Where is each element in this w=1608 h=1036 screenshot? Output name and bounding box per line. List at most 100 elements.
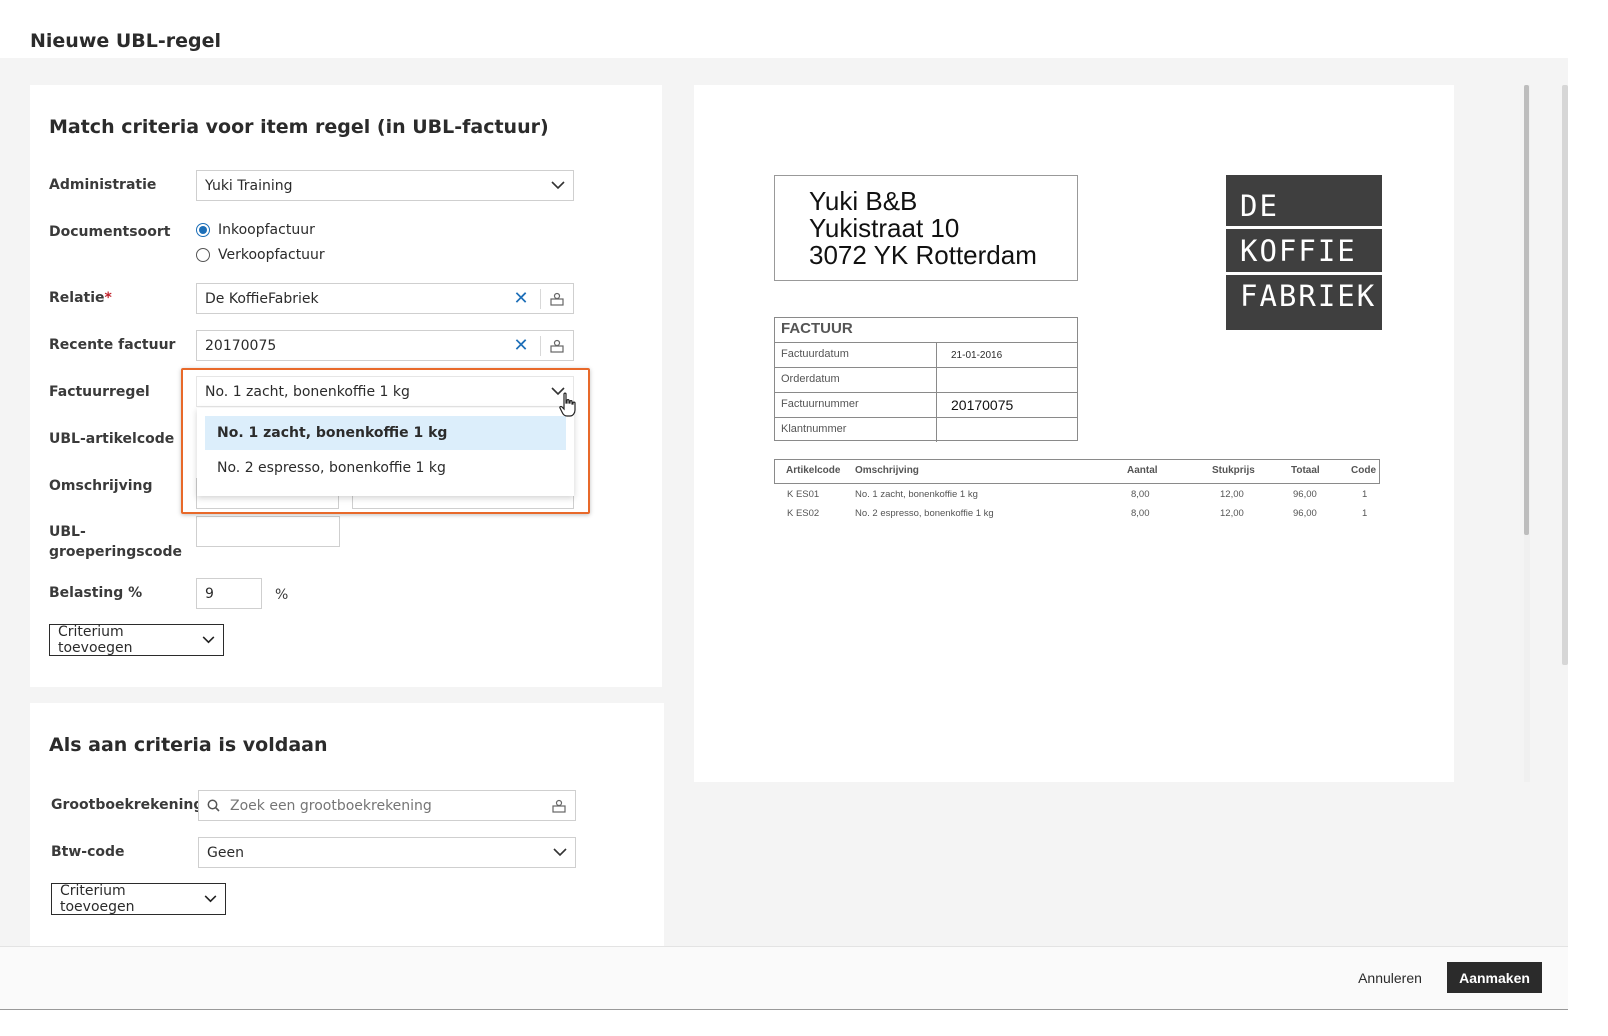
invoice-detail-row: Factuurdatum 21-01-2016 bbox=[775, 342, 1077, 367]
radio-selected-icon[interactable] bbox=[196, 223, 210, 237]
logo-text: KOFFIE bbox=[1240, 234, 1357, 268]
grootboekrekening-label: Grootboekrekening bbox=[51, 797, 204, 813]
omschrijving-label: Omschrijving bbox=[49, 478, 153, 494]
grootboekrekening-input[interactable] bbox=[230, 797, 551, 814]
relatie-field[interactable]: De KoffieFabriek ✕ bbox=[196, 283, 574, 314]
invoice-address-box: Yuki B&B Yukistraat 10 3072 YK Rotterdam bbox=[774, 175, 1078, 281]
lookup-icon[interactable] bbox=[549, 338, 565, 354]
detail-value bbox=[936, 368, 1077, 392]
search-icon bbox=[207, 799, 220, 812]
radio-inkoopfactuur-label: Inkoopfactuur bbox=[218, 222, 315, 238]
line-cell: 12,00 bbox=[1220, 508, 1244, 519]
radio-inkoopfactuur[interactable]: Inkoopfactuur bbox=[196, 222, 315, 238]
line-cell: 12,00 bbox=[1220, 489, 1244, 500]
criteria-section-title: Match criteria voor item regel (in UBL-f… bbox=[49, 116, 549, 138]
chevron-down-icon bbox=[202, 632, 215, 648]
recente-factuur-value: 20170075 bbox=[205, 337, 277, 354]
detail-value: 21-01-2016 bbox=[936, 343, 1077, 367]
cancel-button[interactable]: Annuleren bbox=[1346, 963, 1434, 993]
clear-icon[interactable]: ✕ bbox=[510, 288, 532, 309]
percent-unit: % bbox=[275, 587, 289, 603]
belasting-input[interactable]: 9 bbox=[196, 578, 262, 609]
column-header: Aantal bbox=[1127, 465, 1158, 476]
clear-icon[interactable]: ✕ bbox=[510, 335, 532, 356]
page-scrollbar[interactable] bbox=[1562, 85, 1568, 665]
line-cell: 8,00 bbox=[1131, 489, 1150, 500]
belasting-label: Belasting % bbox=[49, 585, 143, 601]
btw-code-label: Btw-code bbox=[51, 844, 125, 860]
recente-factuur-field[interactable]: 20170075 ✕ bbox=[196, 330, 574, 361]
detail-value bbox=[936, 418, 1077, 442]
recente-factuur-label: Recente factuur bbox=[49, 337, 176, 353]
administratie-select[interactable]: Yuki Training bbox=[196, 170, 574, 201]
relatie-value: De KoffieFabriek bbox=[205, 290, 319, 307]
address-line: Yukistraat 10 bbox=[809, 213, 960, 243]
btw-code-value: Geen bbox=[207, 844, 244, 861]
logo-divider bbox=[1226, 226, 1382, 229]
relatie-label: Relatie* bbox=[49, 288, 112, 308]
lookup-icon[interactable] bbox=[549, 291, 565, 307]
ubl-groeperingscode-label-line2: groeperingscode bbox=[49, 544, 183, 560]
line-cell: No. 1 zacht, bonenkoffie 1 kg bbox=[855, 489, 978, 500]
btw-code-select[interactable]: Geen bbox=[198, 837, 576, 868]
required-mark: * bbox=[104, 290, 112, 306]
ubl-artikelcode-label: UBL-artikelcode bbox=[49, 431, 175, 447]
bottom-divider bbox=[0, 1009, 1568, 1010]
relatie-label-text: Relatie bbox=[49, 290, 105, 306]
belasting-value: 9 bbox=[205, 585, 214, 602]
create-button[interactable]: Aanmaken bbox=[1447, 962, 1542, 993]
column-header: Stukprijs bbox=[1212, 465, 1255, 476]
chevron-down-icon bbox=[551, 179, 565, 193]
invoice-detail-row: Orderdatum bbox=[775, 367, 1077, 392]
field-separator bbox=[540, 335, 541, 356]
line-cell: K ES02 bbox=[787, 508, 820, 519]
logo-text: FABRIEK bbox=[1240, 279, 1377, 313]
invoice-details-box: FACTUUR Factuurdatum 21-01-2016 Orderdat… bbox=[774, 317, 1078, 442]
detail-value: 20170075 bbox=[936, 393, 1077, 417]
logo-text: DE bbox=[1240, 189, 1279, 223]
ubl-groeperingscode-label-line1: UBL- bbox=[49, 524, 86, 540]
page-title: Nieuwe UBL-regel bbox=[30, 30, 222, 52]
address-line: 3072 YK Rotterdam bbox=[809, 240, 1037, 270]
highlight-frame bbox=[181, 368, 590, 514]
chevron-down-icon bbox=[204, 891, 217, 907]
hand-cursor-icon bbox=[558, 392, 578, 422]
radio-verkoopfactuur[interactable]: Verkoopfactuur bbox=[196, 247, 325, 263]
line-cell: 8,00 bbox=[1131, 508, 1150, 519]
line-cell: No. 2 espresso, bonenkoffie 1 kg bbox=[855, 508, 994, 519]
line-cell: 1 bbox=[1362, 489, 1368, 500]
chevron-down-icon bbox=[553, 846, 567, 860]
detail-key: Klantnummer bbox=[781, 423, 847, 435]
line-cell: 1 bbox=[1362, 508, 1368, 519]
preview-scrollbar-thumb[interactable] bbox=[1524, 85, 1529, 535]
detail-key: Factuurnummer bbox=[781, 398, 859, 410]
field-separator bbox=[540, 288, 541, 309]
column-header: Totaal bbox=[1291, 465, 1320, 476]
factuurregel-label: Factuurregel bbox=[49, 384, 150, 400]
administratie-label: Administratie bbox=[49, 177, 157, 193]
address-line: Yuki B&B bbox=[809, 186, 918, 216]
column-header: Code bbox=[1351, 465, 1376, 476]
invoice-detail-row: Factuurnummer 20170075 bbox=[775, 392, 1077, 417]
line-cell: K ES01 bbox=[787, 489, 820, 500]
detail-key: Factuurdatum bbox=[781, 348, 849, 360]
dialog-footer bbox=[0, 947, 1568, 1009]
lookup-icon[interactable] bbox=[551, 798, 567, 814]
grootboekrekening-search[interactable] bbox=[198, 790, 576, 821]
add-criterium-label: Criterium toevoegen bbox=[60, 883, 135, 915]
detail-key: Orderdatum bbox=[781, 373, 840, 385]
invoice-heading: FACTUUR bbox=[781, 320, 853, 337]
company-logo: DE KOFFIE FABRIEK bbox=[1226, 175, 1382, 330]
add-criterium-button[interactable]: Criterium toevoegen bbox=[49, 624, 224, 656]
documentsoort-label: Documentsoort bbox=[49, 224, 171, 240]
radio-unselected-icon[interactable] bbox=[196, 248, 210, 262]
actions-section-title: Als aan criteria is voldaan bbox=[49, 734, 328, 756]
add-criterium-button-actions[interactable]: Criterium toevoegen bbox=[51, 883, 226, 915]
radio-verkoopfactuur-label: Verkoopfactuur bbox=[218, 247, 325, 263]
column-header: Omschrijving bbox=[855, 465, 919, 476]
administratie-value: Yuki Training bbox=[205, 177, 293, 194]
logo-divider bbox=[1226, 272, 1382, 275]
line-cell: 96,00 bbox=[1293, 489, 1317, 500]
line-cell: 96,00 bbox=[1293, 508, 1317, 519]
ubl-groeperingscode-input[interactable] bbox=[196, 516, 340, 547]
